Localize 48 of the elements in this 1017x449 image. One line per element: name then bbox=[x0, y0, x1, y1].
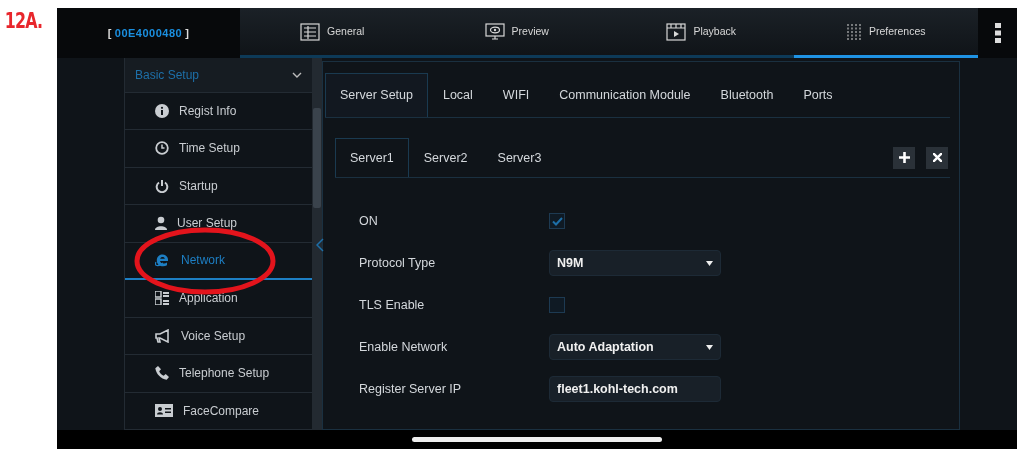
tab[interactable]: Server3 bbox=[482, 138, 557, 177]
more-menu-button[interactable] bbox=[978, 8, 1017, 58]
field-label: ON bbox=[359, 212, 379, 230]
info-icon bbox=[155, 103, 169, 118]
bracket: ] bbox=[185, 25, 190, 41]
tab[interactable]: Local bbox=[427, 73, 488, 117]
phone-icon bbox=[155, 366, 169, 381]
input-field[interactable]: fleet1.kohl-tech.com bbox=[549, 376, 721, 402]
checkbox[interactable] bbox=[549, 213, 565, 229]
clock-icon bbox=[155, 141, 169, 156]
collapse-icon[interactable] bbox=[316, 238, 324, 252]
bracket: [ bbox=[107, 25, 112, 41]
dropdown[interactable]: Auto Adaptation bbox=[549, 334, 721, 360]
video-icon bbox=[666, 22, 687, 41]
device-id: 00E4000480 bbox=[114, 25, 183, 41]
nav-tab[interactable]: Preview bbox=[424, 8, 609, 58]
tab[interactable]: Server1 bbox=[335, 138, 409, 177]
tab[interactable]: Communication Module bbox=[544, 73, 706, 117]
tab[interactable]: Server Setup bbox=[325, 73, 428, 117]
field-label: Register Server IP bbox=[359, 380, 463, 398]
add-button[interactable] bbox=[893, 146, 915, 169]
app-grid-icon bbox=[155, 291, 169, 306]
sidebar-item[interactable]: Regist Info bbox=[125, 92, 312, 130]
caret-icon bbox=[706, 344, 713, 350]
monitor-icon bbox=[484, 22, 505, 41]
browser-icon bbox=[155, 253, 171, 268]
id-card-icon bbox=[155, 404, 173, 418]
dropdown[interactable]: N9M bbox=[549, 250, 721, 276]
grid-icon bbox=[300, 22, 321, 41]
more-icon bbox=[994, 23, 1001, 43]
tab[interactable]: Bluetooth bbox=[705, 73, 789, 117]
user-icon bbox=[155, 216, 167, 231]
tab[interactable]: Ports bbox=[788, 73, 848, 117]
tab[interactable]: Server2 bbox=[408, 138, 483, 177]
figure-label: 12A. bbox=[3, 7, 44, 35]
plus-icon bbox=[898, 152, 910, 163]
delete-button[interactable] bbox=[926, 146, 948, 169]
field-label: Protocol Type bbox=[359, 254, 437, 272]
megaphone-icon bbox=[155, 328, 171, 343]
field-label: TLS Enable bbox=[359, 296, 426, 314]
tab[interactable]: WIFI bbox=[487, 73, 545, 117]
nav-tab[interactable]: Playback bbox=[609, 8, 794, 58]
chevron-icon bbox=[292, 71, 302, 78]
close-icon bbox=[932, 153, 942, 162]
field-label: Enable Network bbox=[359, 338, 449, 356]
caret-icon bbox=[706, 260, 713, 266]
checkbox[interactable] bbox=[549, 297, 565, 313]
power-icon bbox=[155, 178, 169, 193]
